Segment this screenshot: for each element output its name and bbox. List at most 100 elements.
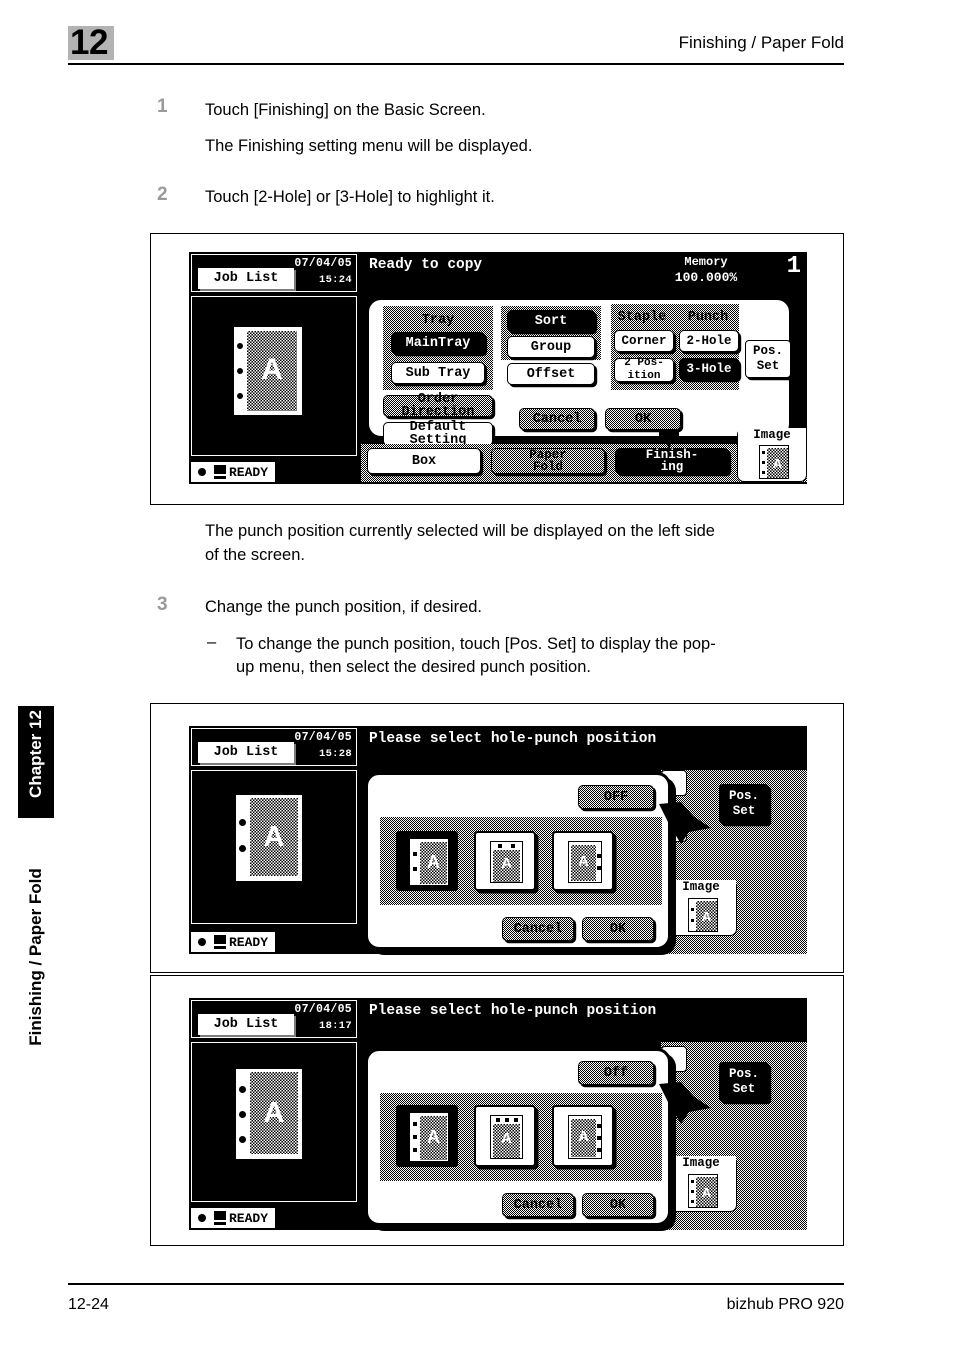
lcd3-option-top-letter: A xyxy=(501,1130,512,1147)
lcd2-image-box: Image A xyxy=(665,880,737,936)
footer-product-name: bizhub PRO 920 xyxy=(726,1296,844,1313)
lcd3-option-left-hole-2 xyxy=(413,1135,417,1139)
lcd1-cancel-button[interactable]: Cancel xyxy=(519,408,595,430)
lcd2-job-list-button[interactable]: Job List xyxy=(198,742,294,763)
lcd1-joblist-box: Job List 07/04/05 15:24 xyxy=(191,254,357,292)
header-title: Finishing / Paper Fold xyxy=(678,33,844,52)
lcd2-option-left-hole-2 xyxy=(413,867,417,871)
lcd-screen-3[interactable]: Job List 07/04/05 18:17 Please select ho… xyxy=(189,998,807,1230)
lcd2-option-top-hole-1 xyxy=(498,844,502,848)
page-header: 12 Finishing / Paper Fold xyxy=(0,0,954,72)
step-3-bullet-dash: – xyxy=(207,633,217,651)
lcd2-punch-option-top[interactable]: A xyxy=(474,831,536,891)
lcd3-ready-label: READY xyxy=(229,1210,269,1226)
lcd3-job-list-button[interactable]: Job List xyxy=(198,1014,294,1035)
lcd1-2hole-button[interactable]: 2-Hole xyxy=(679,330,739,352)
lcd3-option-top-hole-1 xyxy=(496,1118,500,1122)
lcd1-preview-hole-2 xyxy=(237,368,243,374)
lcd1-image-sheet: A xyxy=(759,445,789,479)
step-2-number: 2 xyxy=(157,184,168,205)
sidebar-section-label: Finishing / Paper Fold xyxy=(26,868,45,1046)
lcd1-ok-button[interactable]: OK xyxy=(605,408,681,430)
lcd3-option-left-letter: A xyxy=(427,1127,440,1147)
lcd3-date: 07/04/05 xyxy=(294,1003,352,1016)
lcd3-image-hole-2 xyxy=(691,1190,694,1193)
lcd3-preview-panel: A xyxy=(191,1042,357,1202)
lcd1-order-direction-button[interactable]: Order Direction xyxy=(383,393,493,419)
lcd3-off-button[interactable]: Off xyxy=(578,1061,654,1085)
lcd1-ready-indicator: READY xyxy=(191,462,276,482)
monitor-icon xyxy=(213,934,227,950)
lcd3-option-left-sheet: A xyxy=(410,1113,448,1161)
footer-divider xyxy=(68,1283,844,1285)
lcd1-tab-box[interactable]: Box xyxy=(367,448,481,474)
figure-1-frame: Job List 07/04/05 15:24 Ready to copy Me… xyxy=(150,233,844,505)
lcd2-preview-panel: A xyxy=(191,770,357,924)
lcd1-default-setting-button[interactable]: Default Setting xyxy=(383,421,493,447)
lcd-screen-1[interactable]: Job List 07/04/05 15:24 Ready to copy Me… xyxy=(189,252,807,484)
lcd1-ready-label: READY xyxy=(229,464,269,480)
lcd3-option-right-sheet: A xyxy=(568,1115,602,1159)
lcd3-option-top-hole-2 xyxy=(505,1118,509,1122)
lcd3-image-letter: A xyxy=(701,1185,712,1200)
lcd2-option-top-sheet: A xyxy=(490,841,523,883)
finishing-tab-pointer-icon xyxy=(659,430,679,450)
lcd3-ok-button[interactable]: OK xyxy=(582,1193,654,1217)
lcd3-preview-hole-1 xyxy=(239,1086,246,1093)
lcd1-memory-label: Memory xyxy=(684,255,728,269)
lcd2-popup-card: OFF A A A Cancel OK xyxy=(365,772,671,950)
lcd1-offset-button[interactable]: Offset xyxy=(507,363,595,385)
step-3-text: Change the punch position, if desired. xyxy=(205,598,483,616)
lcd3-image-hole-1 xyxy=(691,1180,694,1183)
popup-callout-arrow-icon xyxy=(659,802,711,844)
lcd3-punch-option-left[interactable]: A xyxy=(396,1105,458,1167)
lcd1-3hole-button[interactable]: 3-Hole xyxy=(679,358,739,380)
lcd3-pos-set-button[interactable]: Pos. Set xyxy=(719,1062,769,1102)
lcd1-tray-label: Tray xyxy=(421,313,455,328)
lcd1-date: 07/04/05 xyxy=(294,257,352,270)
lcd1-pos-set-button[interactable]: Pos. Set xyxy=(745,340,791,378)
lcd1-sort-button[interactable]: Sort xyxy=(507,310,595,332)
step-2-text: Touch [2-Hole] or [3-Hole] to highlight … xyxy=(205,188,495,206)
lcd2-preview-sheet: A xyxy=(236,795,302,881)
lcd3-punch-option-right[interactable]: A xyxy=(552,1105,614,1167)
lcd2-ok-button[interactable]: OK xyxy=(582,917,654,941)
lcd1-maintray-button[interactable]: MainTray xyxy=(391,332,485,354)
lcd3-preview-letter: A xyxy=(263,1097,285,1129)
lcd3-image-sheet: A xyxy=(688,1174,718,1208)
lcd1-copy-count: 1 xyxy=(786,253,801,280)
lcd2-punch-option-right[interactable]: A xyxy=(552,831,614,891)
lcd2-status-message: Please select hole-punch position xyxy=(369,731,657,747)
step-3-bullet-line-1: To change the punch position, touch [Pos… xyxy=(236,635,716,653)
lcd2-date: 07/04/05 xyxy=(294,731,352,744)
lcd2-off-button[interactable]: OFF xyxy=(578,785,654,809)
lcd1-finishing-card: Tray MainTray Sub Tray Order Direction D… xyxy=(367,298,791,447)
lcd2-option-top-hole-2 xyxy=(511,844,515,848)
lcd1-tab-paper-fold[interactable]: Paper Fold xyxy=(491,448,605,474)
lcd1-punch-label: Punch xyxy=(687,310,729,325)
lcd3-option-right-letter: A xyxy=(578,1128,589,1145)
lcd2-option-left-sheet: A xyxy=(410,839,448,885)
lcd3-option-right-hole-1 xyxy=(597,1124,601,1128)
lcd2-pos-set-button[interactable]: Pos. Set xyxy=(719,784,769,824)
lcd1-two-position-button[interactable]: 2 Pos- ition xyxy=(614,357,674,382)
header-divider xyxy=(68,63,844,65)
lcd3-top-status-bar: Job List 07/04/05 18:17 Please select ho… xyxy=(189,998,807,1040)
lcd3-punch-option-top[interactable]: A xyxy=(474,1105,536,1167)
lcd2-cancel-button[interactable]: Cancel xyxy=(502,917,574,941)
lcd-screen-2[interactable]: Job List 07/04/05 15:28 Please select ho… xyxy=(189,726,807,954)
lcd1-image-hole-2 xyxy=(762,461,765,464)
lcd2-ready-bar: READY xyxy=(191,932,341,952)
lcd3-image-label: Image xyxy=(666,1156,736,1170)
lcd1-group-button[interactable]: Group xyxy=(507,336,595,358)
lcd1-preview-hole-1 xyxy=(237,343,243,349)
lcd1-subtray-button[interactable]: Sub Tray xyxy=(391,362,485,384)
lcd2-top-status-bar: Job List 07/04/05 15:28 Please select ho… xyxy=(189,726,807,768)
lcd1-job-list-button[interactable]: Job List xyxy=(198,268,294,289)
lcd3-ready-bar: READY xyxy=(191,1208,341,1228)
lcd1-preview-hole-3 xyxy=(237,393,243,399)
lcd3-cancel-button[interactable]: Cancel xyxy=(502,1193,574,1217)
lcd2-punch-option-left[interactable]: A xyxy=(396,831,458,891)
lcd1-corner-button[interactable]: Corner xyxy=(614,330,674,352)
power-diamond-icon xyxy=(193,933,211,951)
